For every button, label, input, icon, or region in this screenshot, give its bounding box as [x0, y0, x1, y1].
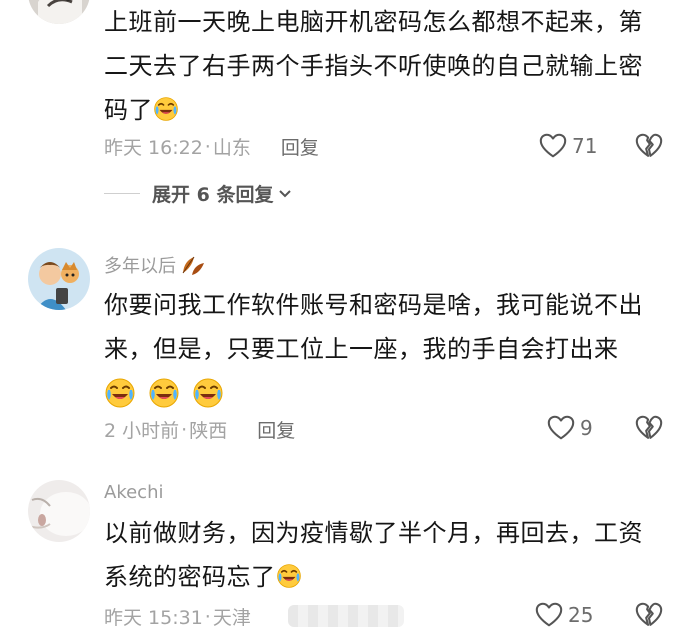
laughing-crying-emoji-icon [276, 563, 302, 589]
heart-outline-icon [534, 600, 564, 630]
broken-heart-icon [634, 131, 664, 161]
comment-meta: 昨天 16:22 · 山东 回复 [104, 133, 319, 160]
meta-separator: · [181, 418, 188, 441]
broken-heart-icon [634, 600, 664, 630]
comment-meta: 2 小时前 · 陕西 回复 [104, 416, 295, 443]
comment-text-fragment: 码了 [104, 96, 153, 124]
chevron-down-icon [279, 189, 292, 197]
comment-text: 你要问我工作软件账号和密码是啥，我可能说不出 来，但是，只要工位上一座，我的手自… [104, 283, 664, 419]
avatar[interactable] [28, 0, 90, 24]
laughing-crying-emoji-icon [148, 377, 180, 409]
reply-button[interactable]: 回复 [281, 133, 319, 160]
comment-text-line: 码了 [104, 88, 664, 132]
timestamp: 昨天 15:31 [104, 607, 203, 629]
emoji-row [104, 371, 664, 419]
timestamp: 2 小时前 [104, 420, 180, 442]
like-count: 25 [568, 603, 594, 627]
reply-button[interactable]: 回复 [257, 416, 295, 443]
like-count: 71 [572, 134, 598, 158]
username-row: 多年以后 [104, 252, 206, 278]
dislike-button[interactable] [634, 600, 664, 634]
location: 陕西 [189, 420, 228, 442]
comment-text-line: 上班前一天晚上电脑开机密码怎么都想不起来，第 [104, 8, 643, 36]
avatar[interactable] [28, 480, 90, 542]
avatar[interactable] [28, 248, 90, 310]
meta-separator: · [204, 135, 211, 158]
like-count: 9 [580, 416, 593, 440]
autumn-leaf-icon [182, 256, 204, 275]
comment-text-line: 二天去了右手两个手指头不听使唤的自己就输上密 [104, 52, 643, 80]
comment-text-line: 你要问我工作软件账号和密码是啥，我可能说不出 [104, 291, 643, 319]
username[interactable]: Akechi [104, 482, 163, 503]
meta-separator: · [204, 605, 211, 628]
username-row: Akechi [104, 482, 163, 503]
expand-divider [104, 193, 140, 194]
expand-replies-button[interactable]: 展开 6 条回复 [104, 180, 293, 207]
like-button[interactable]: 25 [534, 600, 593, 630]
laughing-crying-emoji-icon [153, 96, 179, 122]
like-button[interactable]: 9 [546, 413, 593, 443]
like-button[interactable]: 71 [538, 131, 597, 161]
expand-replies-label: 展开 6 条回复 [152, 184, 274, 206]
dislike-button[interactable] [634, 131, 664, 165]
timestamp: 昨天 16:22 [104, 137, 203, 159]
dislike-button[interactable] [634, 413, 664, 447]
username[interactable]: 多年以后 [104, 252, 176, 278]
heart-outline-icon [546, 413, 576, 443]
comment-text-fragment: 系统的密码忘了 [104, 563, 276, 591]
comment-text-line: 来，但是，只要工位上一座，我的手自会打出来 [104, 335, 619, 363]
comment-text-line: 系统的密码忘了 [104, 555, 664, 599]
laughing-crying-emoji-icon [192, 377, 224, 409]
comment-text: 上班前一天晚上电脑开机密码怎么都想不起来，第 二天去了右手两个手指头不听使唤的自… [104, 0, 664, 132]
location: 山东 [212, 137, 251, 159]
broken-heart-icon [634, 413, 664, 443]
laughing-crying-emoji-icon [104, 377, 136, 409]
watermark-blur [288, 605, 404, 627]
heart-outline-icon [538, 131, 568, 161]
comment-text: 以前做财务，因为疫情歇了半个月，再回去，工资 系统的密码忘了 [104, 511, 664, 599]
location: 天津 [212, 607, 251, 629]
comment-text-line: 以前做财务，因为疫情歇了半个月，再回去，工资 [104, 519, 643, 547]
comment-meta: 昨天 15:31 · 天津 [104, 603, 251, 630]
